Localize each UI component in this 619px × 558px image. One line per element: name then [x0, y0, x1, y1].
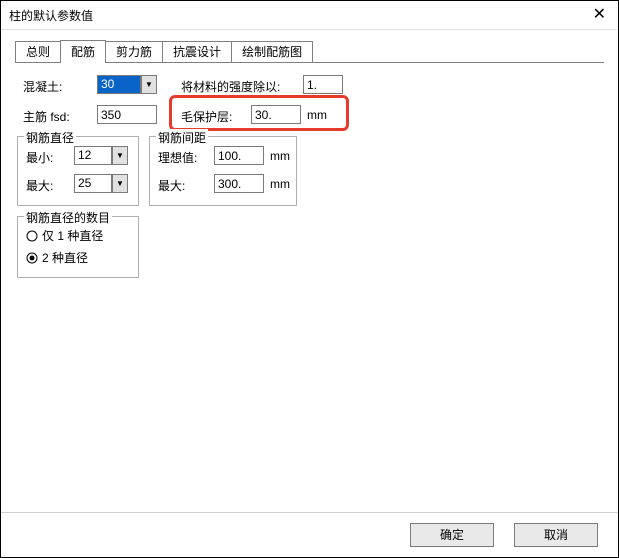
dialog-window: 柱的默认参数值 ✕ 总则 配筋 剪力筋 抗震设计 绘制配筋图 混凝土: 30 ▼…	[0, 0, 619, 558]
mainbar-label: 主筋 fsd:	[23, 108, 70, 125]
radio-two-diameters[interactable]: 2 种直径	[26, 249, 88, 266]
cover-input[interactable]	[251, 105, 301, 124]
chevron-down-icon[interactable]: ▼	[112, 174, 128, 193]
titlebar: 柱的默认参数值 ✕	[1, 1, 618, 30]
tab-bar: 总则 配筋 剪力筋 抗震设计 绘制配筋图	[15, 40, 312, 62]
footer: 确定 取消	[1, 512, 618, 557]
tab-general[interactable]: 总则	[15, 41, 61, 62]
diam-min-combo[interactable]: 12 ▼	[74, 146, 128, 165]
concrete-label: 混凝土:	[23, 78, 62, 95]
cancel-button[interactable]: 取消	[514, 523, 598, 547]
spacing-ideal-label: 理想值:	[158, 149, 197, 166]
client-area: 总则 配筋 剪力筋 抗震设计 绘制配筋图 混凝土: 30 ▼ 将材料的强度除以:…	[1, 30, 618, 512]
chevron-down-icon[interactable]: ▼	[141, 75, 157, 94]
count-group: 钢筋直径的数目 仅 1 种直径 2 种直径	[17, 216, 139, 278]
divide-input[interactable]	[303, 75, 343, 94]
ok-button[interactable]: 确定	[410, 523, 494, 547]
divide-label: 将材料的强度除以:	[181, 78, 280, 95]
spacing-ideal-unit: mm	[270, 149, 290, 163]
close-icon[interactable]: ✕	[589, 7, 610, 23]
tab-shear[interactable]: 剪力筋	[105, 41, 163, 62]
count-group-title: 钢筋直径的数目	[24, 209, 112, 226]
diam-min-label: 最小:	[26, 149, 53, 166]
diam-max-combo[interactable]: 25 ▼	[74, 174, 128, 193]
window-title: 柱的默认参数值	[9, 7, 93, 24]
diam-max-value[interactable]: 25	[74, 174, 112, 193]
spacing-group-title: 钢筋间距	[156, 129, 208, 146]
spacing-max-unit: mm	[270, 177, 290, 191]
diameter-group: 钢筋直径 最小: 12 ▼ 最大: 25 ▼	[17, 136, 139, 206]
radio-two-label: 2 种直径	[42, 249, 88, 266]
tab-seismic[interactable]: 抗震设计	[162, 41, 232, 62]
radio-on-icon	[26, 252, 38, 264]
cover-label: 毛保护层:	[181, 108, 232, 125]
spacing-ideal-input[interactable]	[214, 146, 264, 165]
diameter-group-title: 钢筋直径	[24, 129, 76, 146]
chevron-down-icon[interactable]: ▼	[112, 146, 128, 165]
tab-drawing[interactable]: 绘制配筋图	[231, 41, 313, 62]
spacing-max-input[interactable]	[214, 174, 264, 193]
spacing-group: 钢筋间距 理想值: mm 最大: mm	[149, 136, 297, 206]
cover-unit: mm	[307, 108, 327, 122]
spacing-max-label: 最大:	[158, 177, 185, 194]
mainbar-input[interactable]	[97, 105, 157, 124]
radio-off-icon	[26, 230, 38, 242]
radio-one-diameter[interactable]: 仅 1 种直径	[26, 227, 103, 244]
radio-one-label: 仅 1 种直径	[42, 227, 103, 244]
tab-reinforcement[interactable]: 配筋	[60, 40, 106, 63]
concrete-value[interactable]: 30	[97, 75, 141, 94]
diam-min-value[interactable]: 12	[74, 146, 112, 165]
diam-max-label: 最大:	[26, 177, 53, 194]
concrete-combo[interactable]: 30 ▼	[97, 75, 157, 94]
